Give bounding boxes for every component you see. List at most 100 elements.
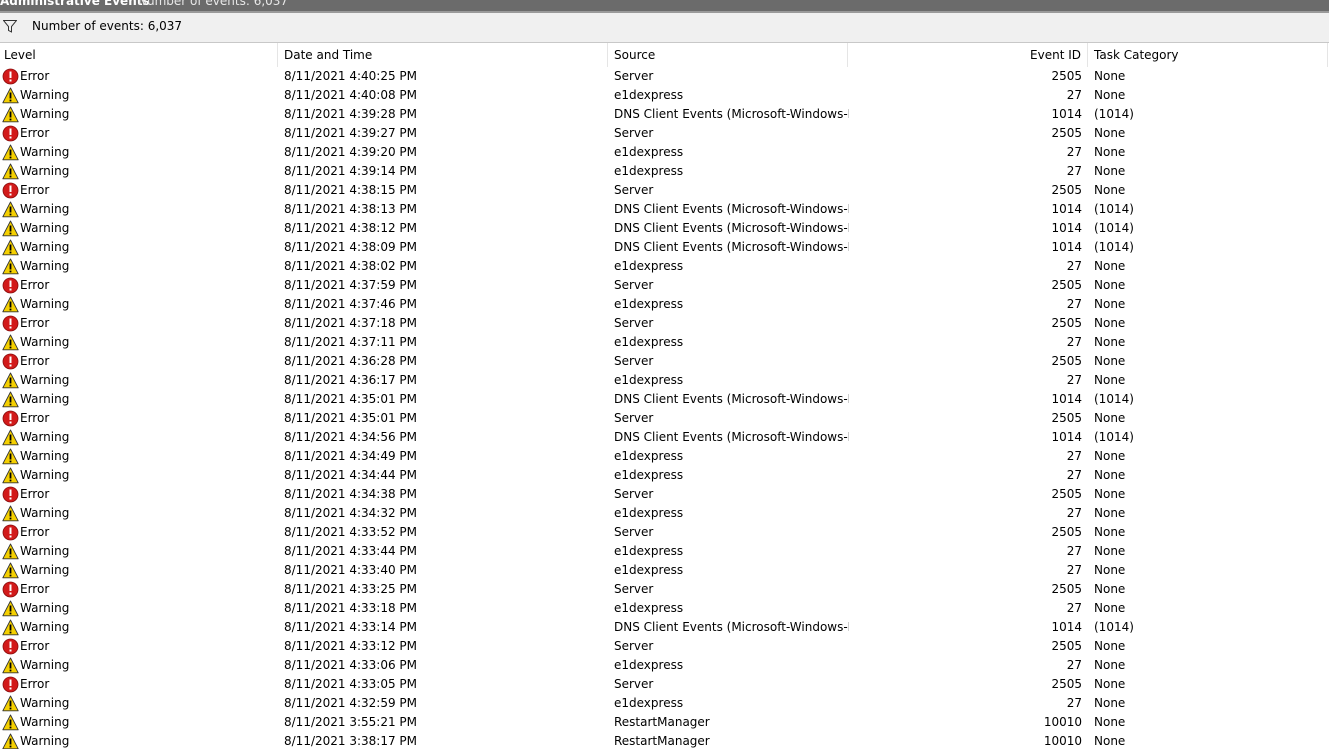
table-row[interactable]: Warning 8/11/2021 4:39:14 PM e1dexpress 27 N… [0, 162, 1329, 181]
column-header-source[interactable]: Source [608, 43, 848, 67]
cell-source: Server [614, 582, 654, 596]
table-row[interactable]: Warning 8/11/2021 4:32:59 PM e1dexpress 27 N… [0, 694, 1329, 713]
cell-task-category: None [1094, 487, 1126, 501]
cell-event-id: 27 [1066, 468, 1082, 482]
column-header-date[interactable]: Date and Time [278, 43, 608, 67]
level-text: Error [20, 525, 50, 539]
level-text: Warning [20, 506, 70, 520]
level-text: Error [20, 487, 50, 501]
table-row[interactable]: Warning 8/11/2021 4:37:11 PM e1dexpress 27 N… [0, 333, 1329, 352]
error-icon [2, 410, 19, 427]
column-header-event-id[interactable]: Event ID [848, 43, 1088, 67]
cell-level: Warning [0, 599, 276, 618]
cell-level: Error [0, 181, 276, 200]
table-row[interactable]: Error 8/11/2021 4:33:05 PM Server 2505 None [0, 675, 1329, 694]
cell-task-category: None [1094, 696, 1126, 710]
cell-date-time: 8/11/2021 4:34:38 PM [284, 487, 418, 501]
cell-date-time: 8/11/2021 4:38:15 PM [284, 183, 418, 197]
table-row[interactable]: Warning 8/11/2021 4:35:01 PM DNS Client Ev… [0, 390, 1329, 409]
cell-event-id: 27 [1066, 544, 1082, 558]
cell-date-time: 8/11/2021 4:38:13 PM [284, 202, 418, 216]
cell-source: e1dexpress [614, 164, 684, 178]
level-text: Warning [20, 259, 70, 273]
warning-icon [2, 201, 19, 218]
table-row[interactable]: Warning 8/11/2021 4:33:06 PM e1dexpress 27 N… [0, 656, 1329, 675]
warning-icon [2, 220, 19, 237]
column-header-task-category[interactable]: Task Category [1088, 43, 1328, 67]
filter-funnel-icon[interactable] [3, 20, 17, 33]
cell-source: Server [614, 316, 654, 330]
table-row[interactable]: Warning 8/11/2021 3:55:21 PM RestartManage… [0, 713, 1329, 732]
table-row[interactable]: Warning 8/11/2021 4:38:13 PM DNS Client Ev… [0, 200, 1329, 219]
column-header-event-id-label: Event ID [1030, 48, 1081, 62]
warning-icon [2, 391, 19, 408]
cell-date-time: 8/11/2021 4:34:32 PM [284, 506, 418, 520]
cell-level: Warning [0, 466, 276, 485]
table-row[interactable]: Warning 8/11/2021 4:33:14 PM DNS Client Ev… [0, 618, 1329, 637]
table-row[interactable]: Error 8/11/2021 4:33:52 PM Server 2505 None [0, 523, 1329, 542]
cell-task-category: None [1094, 449, 1126, 463]
level-text: Warning [20, 734, 70, 748]
table-row[interactable]: Error 8/11/2021 4:37:18 PM Server 2505 None [0, 314, 1329, 333]
cell-source: Server [614, 126, 654, 140]
column-header-level[interactable]: Level [0, 43, 278, 67]
level-text: Error [20, 582, 50, 596]
table-row[interactable]: Warning 8/11/2021 4:34:56 PM DNS Client Ev… [0, 428, 1329, 447]
table-row[interactable]: Warning 8/11/2021 4:37:46 PM e1dexpress 27 N… [0, 295, 1329, 314]
table-row[interactable]: Warning 8/11/2021 4:38:02 PM e1dexpress 27 N… [0, 257, 1329, 276]
table-row[interactable]: Error 8/11/2021 4:35:01 PM Server 2505 None [0, 409, 1329, 428]
cell-date-time: 8/11/2021 4:33:44 PM [284, 544, 418, 558]
table-row[interactable]: Warning 8/11/2021 4:36:17 PM e1dexpress 27 N… [0, 371, 1329, 390]
cell-level: Warning [0, 162, 276, 181]
warning-icon [2, 144, 19, 161]
table-row[interactable]: Warning 8/11/2021 3:38:17 PM RestartManage… [0, 732, 1329, 749]
table-row[interactable]: Warning 8/11/2021 4:38:09 PM DNS Client Ev… [0, 238, 1329, 257]
table-row[interactable]: Error 8/11/2021 4:38:15 PM Server 2505 None [0, 181, 1329, 200]
table-row[interactable]: Warning 8/11/2021 4:40:08 PM e1dexpress 27 N… [0, 86, 1329, 105]
cell-date-time: 8/11/2021 4:39:28 PM [284, 107, 418, 121]
table-row[interactable]: Warning 8/11/2021 4:34:44 PM e1dexpress 27 N… [0, 466, 1329, 485]
cell-level: Warning [0, 333, 276, 352]
cell-event-id: 27 [1066, 506, 1082, 520]
cell-level: Error [0, 580, 276, 599]
cell-event-id: 2505 [1051, 487, 1082, 501]
table-row[interactable]: Warning 8/11/2021 4:34:49 PM e1dexpress 27 N… [0, 447, 1329, 466]
warning-icon [2, 657, 19, 674]
table-row[interactable]: Warning 8/11/2021 4:38:12 PM DNS Client Ev… [0, 219, 1329, 238]
cell-level: Error [0, 523, 276, 542]
table-row[interactable]: Error 8/11/2021 4:37:59 PM Server 2505 None [0, 276, 1329, 295]
event-count: Number of events: 6,037 [32, 19, 183, 33]
table-row[interactable]: Warning 8/11/2021 4:33:18 PM e1dexpress 27 N… [0, 599, 1329, 618]
table-row[interactable]: Warning 8/11/2021 4:39:20 PM e1dexpress 27 N… [0, 143, 1329, 162]
table-row[interactable]: Error 8/11/2021 4:33:25 PM Server 2505 None [0, 580, 1329, 599]
table-row[interactable]: Warning 8/11/2021 4:39:28 PM DNS Client Ev… [0, 105, 1329, 124]
cell-event-id: 27 [1066, 601, 1082, 615]
cell-task-category: None [1094, 259, 1126, 273]
table-row[interactable]: Error 8/11/2021 4:40:25 PM Server 2505 None [0, 67, 1329, 86]
cell-date-time: 8/11/2021 4:35:01 PM [284, 392, 418, 406]
cell-level: Error [0, 675, 276, 694]
warning-icon [2, 695, 19, 712]
cell-source: e1dexpress [614, 449, 684, 463]
table-row[interactable]: Error 8/11/2021 4:39:27 PM Server 2505 None [0, 124, 1329, 143]
error-icon [2, 581, 19, 598]
cell-task-category: None [1094, 563, 1126, 577]
cell-task-category: None [1094, 164, 1126, 178]
cell-source: Server [614, 677, 654, 691]
table-row[interactable]: Error 8/11/2021 4:34:38 PM Server 2505 None [0, 485, 1329, 504]
cell-source: e1dexpress [614, 506, 684, 520]
table-row[interactable]: Warning 8/11/2021 4:33:40 PM e1dexpress 27 N… [0, 561, 1329, 580]
warning-icon [2, 562, 19, 579]
cell-level: Error [0, 352, 276, 371]
cell-task-category: None [1094, 525, 1126, 539]
level-text: Error [20, 69, 50, 83]
warning-icon [2, 334, 19, 351]
cell-task-category: None [1094, 335, 1126, 349]
table-row[interactable]: Error 8/11/2021 4:33:12 PM Server 2505 None [0, 637, 1329, 656]
cell-source: DNS Client Events (Microsoft-Windows-D..… [614, 221, 849, 235]
table-row[interactable]: Warning 8/11/2021 4:33:44 PM e1dexpress 27 N… [0, 542, 1329, 561]
table-row[interactable]: Error 8/11/2021 4:36:28 PM Server 2505 None [0, 352, 1329, 371]
cell-date-time: 8/11/2021 4:37:46 PM [284, 297, 418, 311]
table-row[interactable]: Warning 8/11/2021 4:34:32 PM e1dexpress 27 N… [0, 504, 1329, 523]
level-text: Error [20, 411, 50, 425]
